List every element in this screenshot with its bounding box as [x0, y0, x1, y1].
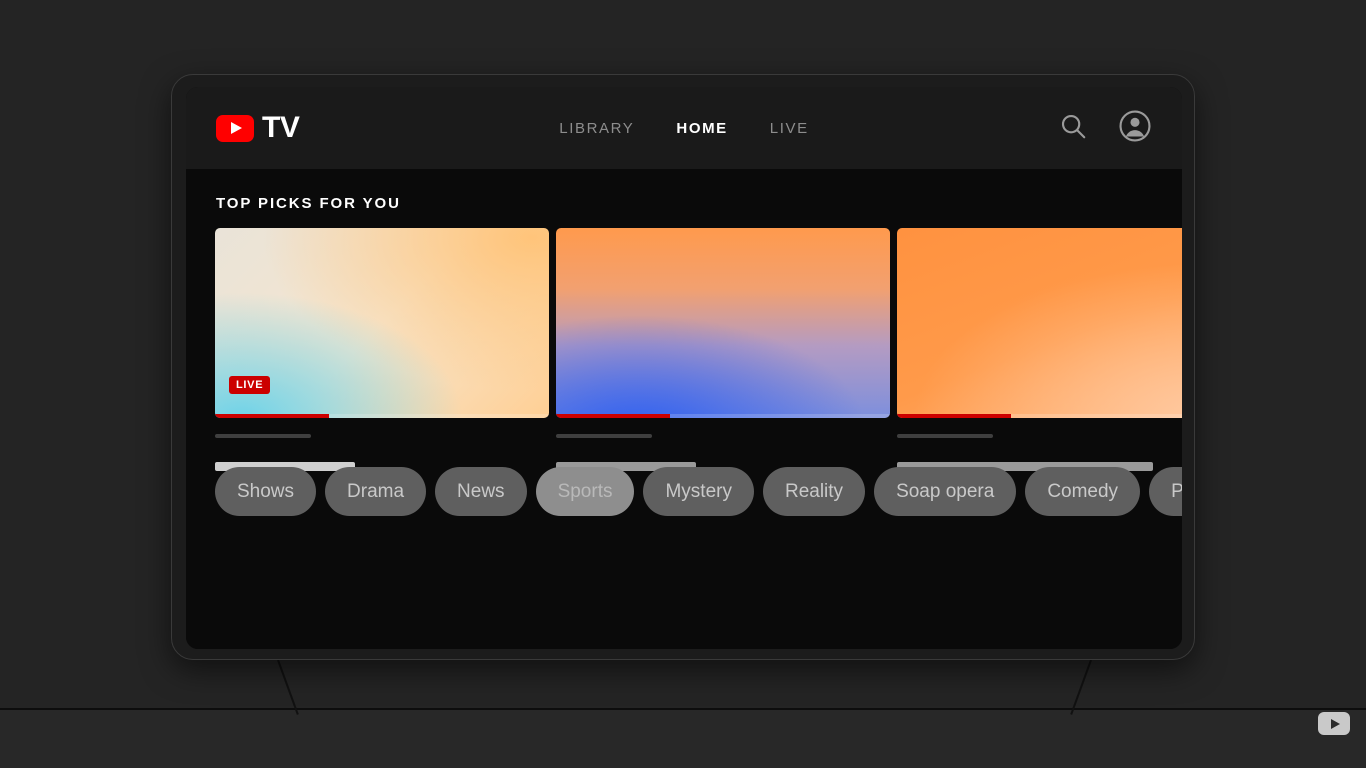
nav-item-home[interactable]: HOME [676, 120, 727, 137]
youtube-play-logo-icon [216, 115, 254, 142]
card-thumbnail[interactable] [556, 228, 890, 418]
chip-politics[interactable]: Politics [1149, 467, 1182, 516]
nav-item-live[interactable]: LIVE [770, 120, 809, 137]
section-title: TOP PICKS FOR YOU [186, 169, 1182, 212]
progress-track [897, 414, 1182, 418]
chip-sports[interactable]: Sports [536, 467, 635, 516]
tv-stand-leg-left [277, 660, 299, 715]
card[interactable] [556, 228, 890, 471]
app-header: TV LIBRARY HOME LIVE [186, 87, 1182, 169]
progress-fill [215, 414, 329, 418]
progress-fill [897, 414, 1011, 418]
card[interactable] [897, 228, 1182, 471]
card-meta [556, 418, 890, 471]
search-icon[interactable] [1058, 111, 1088, 146]
youtube-play-badge-icon[interactable] [1318, 712, 1350, 735]
card-meta [897, 418, 1182, 471]
header-actions [1058, 109, 1152, 148]
chip-mystery[interactable]: Mystery [643, 467, 754, 516]
brand-logo[interactable]: TV [216, 113, 299, 143]
scene: TV LIBRARY HOME LIVE [0, 0, 1366, 768]
tv-frame: TV LIBRARY HOME LIVE [171, 74, 1195, 660]
tv-screen: TV LIBRARY HOME LIVE [186, 87, 1182, 649]
title-placeholder-bar [556, 434, 652, 438]
primary-nav: LIBRARY HOME LIVE [186, 87, 1182, 169]
chip-news[interactable]: News [435, 467, 527, 516]
chip-reality[interactable]: Reality [763, 467, 865, 516]
card-meta [215, 418, 549, 471]
progress-fill [556, 414, 670, 418]
nav-item-library[interactable]: LIBRARY [559, 120, 634, 137]
card-thumbnail[interactable] [897, 228, 1182, 418]
progress-track [215, 414, 549, 418]
title-placeholder-bar [215, 434, 311, 438]
table-surface [0, 708, 1366, 768]
brand-text: TV [262, 113, 299, 143]
progress-track [556, 414, 890, 418]
content-area: TOP PICKS FOR YOU LIVE [186, 169, 1182, 649]
top-picks-rail[interactable]: LIVE [186, 212, 1182, 471]
chip-drama[interactable]: Drama [325, 467, 426, 516]
title-placeholder-bar [897, 434, 993, 438]
card-thumbnail[interactable]: LIVE [215, 228, 549, 418]
category-chip-row[interactable]: Shows Drama News Sports Mystery Reality … [215, 467, 1182, 516]
chip-comedy[interactable]: Comedy [1025, 467, 1140, 516]
chip-shows[interactable]: Shows [215, 467, 316, 516]
card[interactable]: LIVE [215, 228, 549, 471]
status-badge: LIVE [229, 376, 270, 394]
account-circle-icon[interactable] [1118, 109, 1152, 148]
tv-stand-leg-right [1070, 660, 1092, 715]
chip-soap-opera[interactable]: Soap opera [874, 467, 1016, 516]
